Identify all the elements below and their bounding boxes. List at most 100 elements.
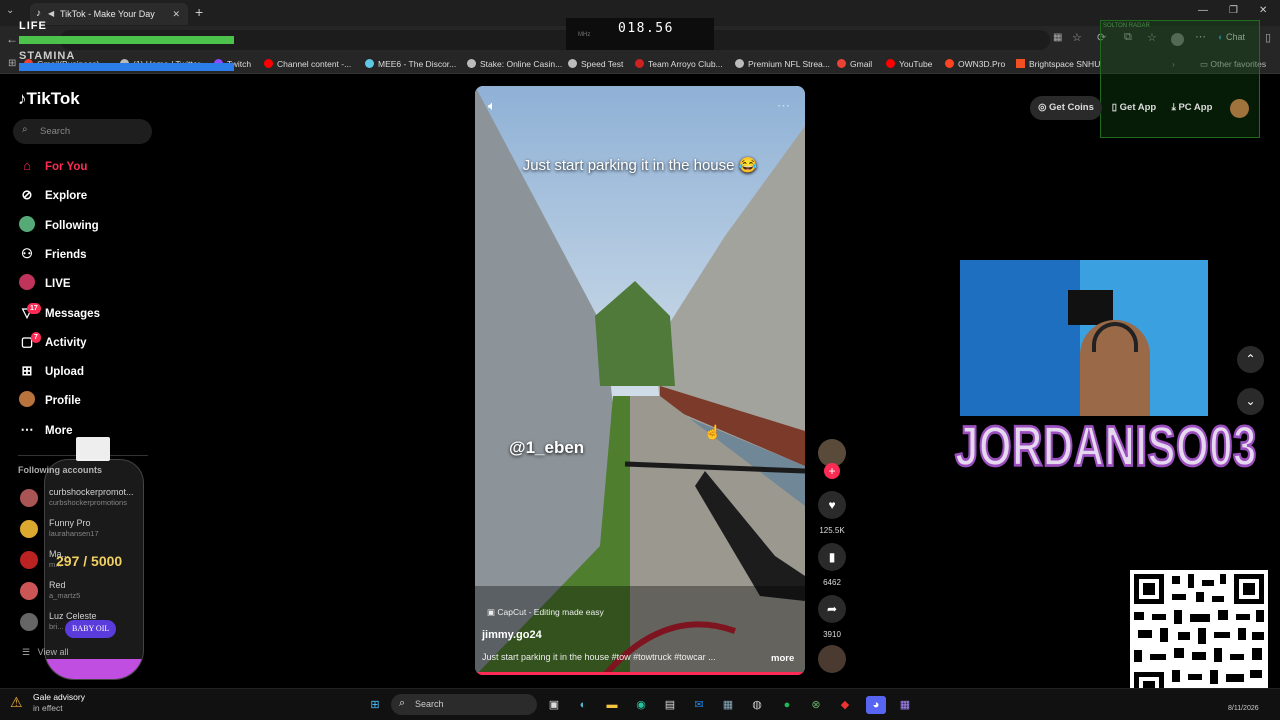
sidebar-expand-icon[interactable]: ▯ — [1265, 31, 1271, 44]
start-button[interactable]: ⊞ — [365, 696, 385, 714]
description-more-button[interactable]: more — [771, 653, 794, 664]
friends-icon: ⚇ — [21, 246, 33, 261]
nav-upload[interactable]: ⊞ Upload — [18, 360, 84, 382]
list-icon: ☰ — [22, 647, 31, 657]
like-button[interactable]: ♥ 125.5K — [817, 491, 847, 535]
previous-video-button[interactable]: ⌃ — [1237, 346, 1264, 373]
file-explorer-icon[interactable]: ▬ — [603, 696, 621, 714]
search-input[interactable]: Search — [40, 126, 70, 137]
nav-following[interactable]: Following — [18, 214, 99, 236]
bookmark-channel-content[interactable]: Channel content -... — [264, 54, 351, 74]
video-more-icon[interactable]: ⋯ — [777, 98, 790, 114]
nav-for-you[interactable]: ⌂ For You — [18, 155, 87, 177]
nav-activity[interactable]: ▢ Activity — [18, 331, 87, 353]
bookmark-own3d[interactable]: OWN3D.Pro — [945, 54, 1005, 74]
capcut-label: CapCut - Editing made easy — [497, 607, 604, 617]
heart-icon: ♥ — [818, 491, 846, 519]
minimize-window-icon[interactable]: — — [1198, 5, 1208, 16]
task-view-icon[interactable]: ▣ — [545, 696, 563, 714]
back-arrow-icon[interactable]: ← — [6, 32, 18, 46]
nav-explore[interactable]: ⊘ Explore — [18, 184, 88, 206]
video-progress-bar[interactable] — [475, 672, 805, 675]
bookmark-team-arroyo[interactable]: Team Arroyo Club... — [635, 54, 723, 74]
life-bar — [19, 36, 234, 44]
store-icon[interactable]: ▤ — [661, 696, 679, 714]
globe-icon — [735, 59, 744, 68]
save-button[interactable]: ▮ 6462 — [817, 543, 847, 587]
video-author[interactable]: jimmy.go24 — [482, 629, 542, 641]
creator-avatar-button[interactable]: + — [817, 439, 847, 479]
outlook-icon[interactable]: ✉ — [690, 696, 708, 714]
nav-profile[interactable]: Profile — [18, 389, 81, 411]
music-disc-button[interactable] — [817, 645, 847, 673]
get-coins-button[interactable]: ◎ Get Coins — [1030, 96, 1102, 120]
nav-label: For You — [45, 161, 88, 173]
pc-app-button[interactable]: ⤓ PC App — [1164, 96, 1220, 120]
avatar — [20, 551, 38, 569]
spotify-icon[interactable]: ● — [778, 696, 796, 714]
bookmark-speed-test[interactable]: Speed Test — [568, 54, 623, 74]
avatar — [20, 520, 38, 538]
bookmark-apps-icon[interactable]: ⊞ — [8, 58, 16, 69]
follow-plus-icon[interactable]: + — [824, 463, 840, 479]
apps-grid-icon[interactable]: ▦ — [896, 696, 914, 714]
bookmark-nfl-streams[interactable]: Premium NFL Strea... — [735, 54, 830, 74]
chevron-up-icon: ⌃ — [1245, 352, 1256, 366]
next-video-button[interactable]: ⌄ — [1237, 388, 1264, 415]
maps-pin-icon[interactable]: ◆ — [836, 696, 854, 714]
bookmark-gmail[interactable]: Gmail — [837, 54, 872, 74]
bookmark-label: Channel content -... — [277, 59, 352, 69]
webcam-overlay — [960, 260, 1208, 416]
search-box[interactable]: ⌕ Search — [13, 119, 152, 144]
restore-window-icon[interactable]: ❐ — [1229, 5, 1238, 16]
streamer-name-overlay: JORDANISO03 — [954, 413, 1257, 479]
mee6-icon — [365, 59, 374, 68]
bookmark-youtube[interactable]: YouTube — [886, 54, 932, 74]
taskbar-search[interactable]: ⌕ Search — [391, 694, 537, 715]
like-count: 125.5K — [819, 526, 845, 535]
avatar — [20, 489, 38, 507]
following-avatar-icon — [18, 214, 36, 236]
video-player[interactable]: 🔈︎ ⋯ Just start parking it in the house … — [475, 86, 805, 675]
bookmark-label: OWN3D.Pro — [958, 59, 1006, 69]
bookmark-mee6[interactable]: MEE6 - The Discor... — [365, 54, 456, 74]
tiktok-logo[interactable]: ♪TikTok — [18, 89, 80, 109]
tab-actions-chevron-icon[interactable]: ⌄ — [6, 5, 14, 16]
get-app-button[interactable]: ▯ Get App — [1104, 96, 1164, 120]
gmail-icon — [837, 59, 846, 68]
messages-badge: 17 — [27, 303, 41, 314]
life-bar-fill — [19, 36, 234, 44]
profile-avatar[interactable] — [1230, 99, 1249, 118]
share-button[interactable]: ➦ 3910 — [817, 595, 847, 639]
favorite-star-icon[interactable]: ☆ — [1072, 31, 1082, 44]
close-window-icon[interactable]: ✕ — [1259, 5, 1267, 16]
capcut-tag[interactable]: ▣ CapCut - Editing made easy — [487, 607, 604, 618]
nav-label: Upload — [45, 366, 84, 378]
avatar — [20, 582, 38, 600]
discord-icon[interactable]: ◕ — [866, 696, 886, 714]
steam-icon[interactable]: ◍ — [748, 696, 766, 714]
pc-app-label: PC App — [1178, 102, 1213, 113]
profile-icon — [18, 389, 36, 411]
split-screen-icon[interactable]: ▦ — [1053, 32, 1062, 43]
browser-tab-tiktok[interactable]: ♪ ◀ TikTok - Make Your Day ✕ — [30, 3, 188, 25]
bottle-fill — [45, 659, 143, 679]
copilot-taskbar-icon[interactable]: ◐ — [574, 696, 592, 714]
nav-live[interactable]: LIVE — [18, 272, 71, 294]
volume-icon[interactable]: 🔈︎ — [488, 98, 496, 114]
media-app-icon[interactable]: ▦ — [719, 696, 737, 714]
frequency-readout: 018.56 — [618, 21, 674, 36]
more-dots-icon: ⋯ — [20, 422, 34, 437]
tab-audio-icon[interactable]: ◀ — [48, 3, 54, 25]
xbox-icon[interactable]: ⊗ — [807, 696, 825, 714]
new-tab-button[interactable]: + — [195, 4, 203, 20]
live-icon — [18, 272, 36, 294]
mhz-label: MHz — [578, 32, 591, 38]
close-tab-icon[interactable]: ✕ — [172, 3, 180, 25]
edge-icon[interactable]: ◉ — [632, 696, 650, 714]
nav-friends[interactable]: ⚇ Friends — [18, 243, 86, 265]
bookmark-stake[interactable]: Stake: Online Casin... — [467, 54, 562, 74]
speedtest-icon — [568, 59, 577, 68]
bookmark-brightspace[interactable]: Brightspace SNHU — [1016, 54, 1100, 74]
share-count: 3910 — [823, 630, 841, 639]
